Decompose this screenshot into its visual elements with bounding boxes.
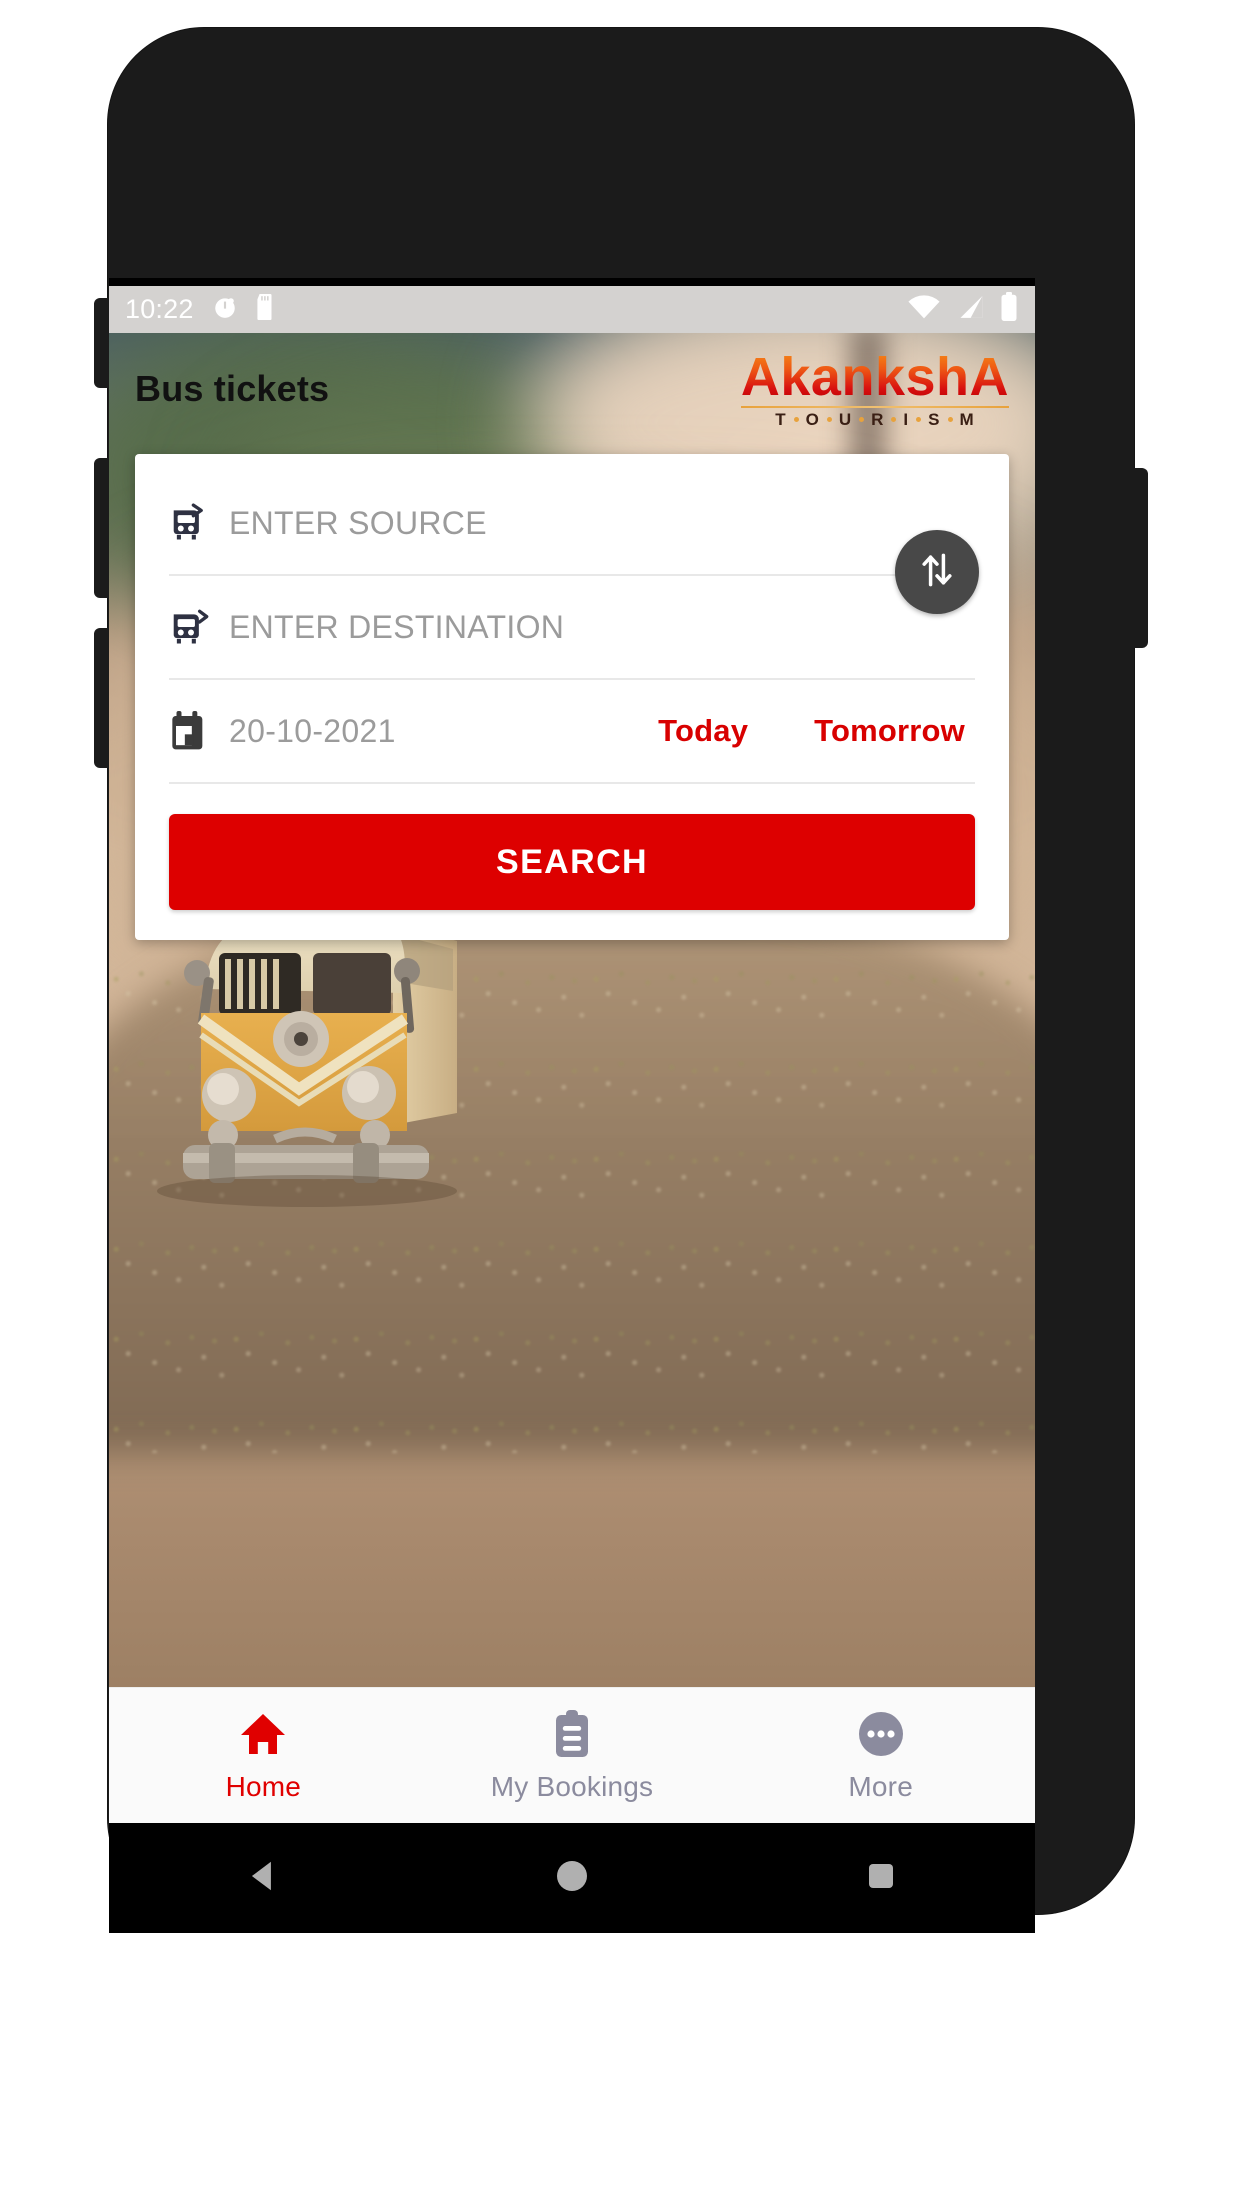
swap-source-destination-button[interactable] bbox=[895, 530, 979, 614]
home-icon bbox=[237, 1708, 289, 1765]
logo-letter: R bbox=[871, 410, 885, 429]
recents-square-icon bbox=[865, 1860, 897, 1897]
nav-label-home: Home bbox=[225, 1771, 302, 1802]
tomorrow-button[interactable]: Tomorrow bbox=[814, 713, 965, 749]
nav-label-more: More bbox=[848, 1771, 913, 1802]
date-field-row[interactable]: 20-10-2021 Today Tomorrow bbox=[169, 680, 975, 784]
phone-mockup-frame: 10:22 Bus tickets AkankshA T O U R I S M… bbox=[94, 28, 1148, 1933]
nav-item-my-bookings[interactable]: My Bookings bbox=[418, 1708, 727, 1803]
source-field-row[interactable]: ENTER SOURCE bbox=[169, 472, 979, 614]
search-button[interactable]: SEARCH bbox=[169, 814, 975, 910]
source-input[interactable]: ENTER SOURCE bbox=[229, 505, 487, 542]
bottom-navigation-bar: Home My Bookings More bbox=[109, 1687, 1035, 1823]
cellular-signal-icon bbox=[955, 294, 985, 325]
android-recents-button[interactable] bbox=[821, 1843, 941, 1913]
logo-dot-icon bbox=[826, 417, 832, 422]
android-back-button[interactable] bbox=[203, 1843, 323, 1913]
alarm-icon bbox=[212, 294, 238, 325]
destination-field-row[interactable]: ENTER DESTINATION bbox=[169, 576, 975, 680]
brand-logo-subtext: T O U R I S M bbox=[741, 411, 1009, 428]
logo-dot-icon bbox=[891, 417, 897, 422]
phone-side-button-right-1 bbox=[1132, 468, 1148, 648]
phone-screen: 10:22 Bus tickets AkankshA T O U R I S M… bbox=[109, 278, 1035, 1933]
search-card: ENTER SOURCE ENTER DESTINATION 20-10-202… bbox=[135, 454, 1009, 940]
destination-input[interactable]: ENTER DESTINATION bbox=[229, 609, 564, 646]
status-bar-time: 10:22 bbox=[125, 294, 194, 324]
logo-letter: T bbox=[775, 410, 787, 429]
nav-label-my-bookings: My Bookings bbox=[490, 1771, 654, 1802]
logo-letter: S bbox=[928, 410, 941, 429]
logo-letter: U bbox=[838, 410, 853, 429]
home-circle-icon bbox=[554, 1858, 590, 1899]
phone-side-button-left-1 bbox=[94, 298, 110, 388]
calendar-icon bbox=[169, 709, 215, 753]
sd-card-icon bbox=[254, 294, 276, 325]
wifi-icon bbox=[907, 294, 941, 325]
android-navigation-bar bbox=[109, 1823, 1035, 1933]
logo-dot-icon bbox=[916, 417, 922, 422]
logo-dot-icon bbox=[859, 417, 865, 422]
back-triangle-icon bbox=[244, 1857, 282, 1900]
swap-vertical-arrows-icon bbox=[915, 548, 959, 597]
bus-arrive-icon bbox=[169, 605, 215, 649]
nav-item-more[interactable]: More bbox=[726, 1708, 1035, 1803]
brand-logo: AkankshA T O U R I S M bbox=[740, 347, 1009, 428]
app-bar: Bus tickets AkankshA T O U R I S M bbox=[109, 333, 1035, 445]
date-value[interactable]: 20-10-2021 bbox=[229, 713, 396, 750]
logo-letter: M bbox=[959, 410, 975, 429]
clipboard-icon bbox=[549, 1708, 595, 1765]
phone-side-button-left-2 bbox=[94, 458, 110, 598]
page-title: Bus tickets bbox=[135, 368, 330, 409]
android-home-button[interactable] bbox=[512, 1843, 632, 1913]
today-button[interactable]: Today bbox=[658, 713, 748, 749]
logo-dot-icon bbox=[793, 417, 799, 422]
brand-logo-text: AkankshA bbox=[740, 347, 1009, 407]
more-dots-icon bbox=[855, 1708, 907, 1765]
status-bar: 10:22 bbox=[109, 286, 1035, 333]
logo-dot-icon bbox=[947, 417, 953, 422]
bus-depart-icon bbox=[169, 501, 215, 545]
logo-letter: I bbox=[903, 410, 910, 429]
nav-item-home[interactable]: Home bbox=[109, 1708, 418, 1803]
battery-icon bbox=[999, 292, 1019, 327]
phone-side-button-left-3 bbox=[94, 628, 110, 768]
logo-letter: O bbox=[805, 410, 820, 429]
